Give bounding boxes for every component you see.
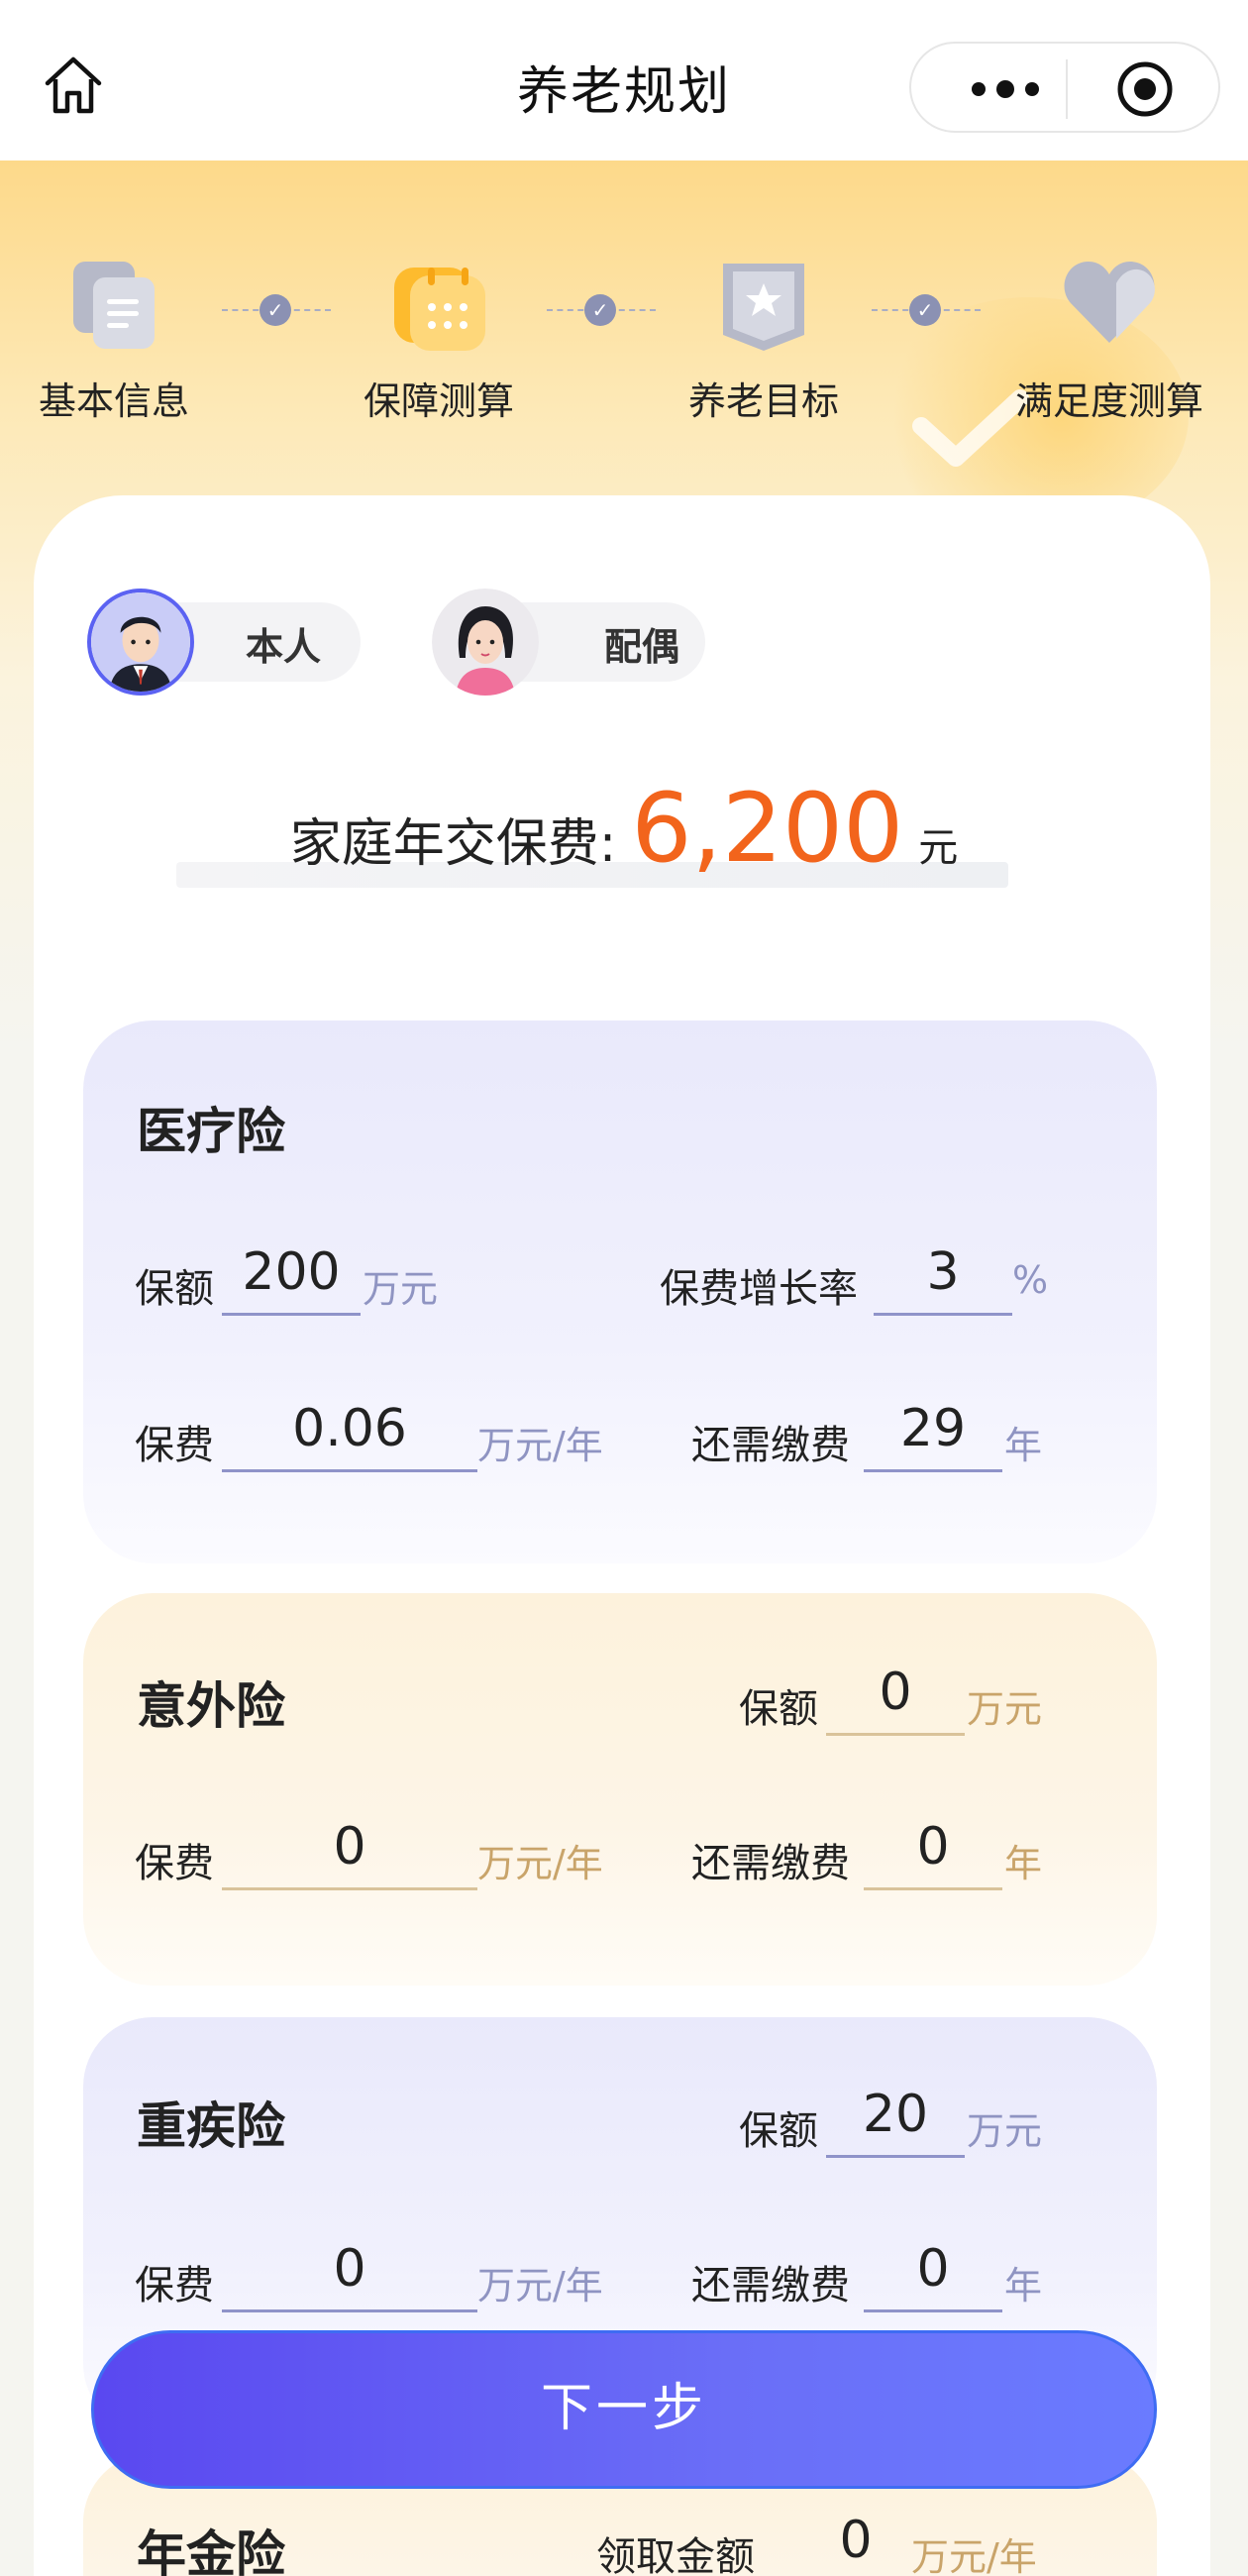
premium-input[interactable]: 0.06: [222, 1391, 477, 1472]
remaining-years-label: 还需缴费: [691, 2263, 850, 2308]
premium-label: 保费: [135, 1841, 214, 1886]
heart-icon: [1064, 262, 1155, 343]
section-title: 重疾险: [137, 2097, 285, 2155]
remaining-years-label: 还需缴费: [691, 1423, 850, 1468]
coverage-label: 保额: [135, 1266, 214, 1312]
person-label: 本人: [246, 625, 322, 669]
premium-label: 保费: [135, 2263, 214, 2308]
growth-rate-label: 保费增长率: [660, 1266, 858, 1312]
step-basic-info[interactable]: 基本信息: [30, 248, 198, 425]
step-check-icon: ✓: [584, 294, 616, 326]
coverage-unit: 万元: [967, 2109, 1043, 2153]
remaining-years-input[interactable]: 0: [864, 2231, 1002, 2312]
next-step-button[interactable]: 下一步: [91, 2330, 1157, 2489]
more-icon[interactable]: [961, 71, 1050, 107]
person-tab-spouse[interactable]: 配偶: [432, 589, 705, 696]
mini-program-capsule: [909, 42, 1220, 133]
step-check-icon: ✓: [260, 294, 291, 326]
remaining-years-input[interactable]: 29: [864, 1391, 1002, 1472]
person-tab-self[interactable]: 本人: [87, 589, 361, 696]
coverage-input[interactable]: 20: [826, 2077, 965, 2158]
section-title: 医疗险: [137, 1103, 285, 1160]
fee-label: 家庭年交保费:: [289, 814, 617, 874]
female-avatar-icon: [432, 589, 539, 696]
family-annual-fee: 家庭年交保费: 6,200 元: [0, 773, 1248, 884]
coverage-label: 保额: [739, 1686, 818, 1732]
step-label: 保障测算: [363, 379, 514, 423]
section-title: 年金险: [137, 2525, 285, 2576]
section-title: 意外险: [137, 1677, 285, 1735]
step-satisfaction-calc[interactable]: 满足度测算: [1000, 248, 1218, 425]
remaining-years-unit: 年: [1004, 1842, 1043, 1885]
step-coverage-calc[interactable]: 保障测算: [355, 248, 523, 425]
fee-value: 6,200: [631, 773, 904, 884]
fee-unit: 元: [918, 825, 959, 871]
medical-insurance-section: 医疗险 保额 200 万元 保费增长率 3 % 保费 0.06 万元/年 还需缴…: [83, 1020, 1157, 1563]
calendar-icon: [394, 268, 485, 351]
close-target-icon[interactable]: [1115, 59, 1175, 119]
premium-input[interactable]: 0: [222, 2231, 477, 2312]
premium-label: 保费: [135, 1423, 214, 1468]
coverage-input[interactable]: 200: [222, 1234, 361, 1316]
receive-amount-label: 领取金额: [596, 2534, 755, 2576]
coverage-label: 保额: [739, 2108, 818, 2154]
premium-input[interactable]: 0: [222, 1809, 477, 1890]
coverage-unit: 万元: [967, 1687, 1043, 1731]
remaining-years-label: 还需缴费: [691, 1841, 850, 1886]
step-retirement-goal[interactable]: 养老目标: [679, 248, 848, 425]
premium-unit: 万元/年: [477, 2264, 603, 2308]
receive-amount-input[interactable]: 0: [786, 2503, 925, 2576]
person-label: 配偶: [604, 625, 680, 669]
premium-unit: 万元/年: [477, 1424, 603, 1467]
document-icon: [73, 262, 155, 349]
growth-rate-unit: %: [1012, 1258, 1049, 1302]
remaining-years-input[interactable]: 0: [864, 1809, 1002, 1890]
step-label: 满足度测算: [1014, 379, 1203, 423]
progress-steps: ✓ ✓ ✓ 基本信息 保障测算 养老目标 满足度测算: [0, 248, 1248, 436]
remaining-years-unit: 年: [1004, 1424, 1043, 1467]
step-label: 养老目标: [687, 379, 839, 423]
step-label: 基本信息: [38, 379, 189, 423]
step-check-icon: ✓: [909, 294, 941, 326]
receive-amount-unit: 万元/年: [911, 2535, 1037, 2576]
badge-star-icon: [723, 264, 804, 351]
capsule-divider: [1066, 59, 1068, 119]
remaining-years-unit: 年: [1004, 2264, 1043, 2308]
coverage-unit: 万元: [363, 1267, 439, 1311]
accident-insurance-section: 意外险 保额 0 万元 保费 0 万元/年 还需缴费 0 年: [83, 1593, 1157, 1986]
male-avatar-icon: [87, 589, 194, 696]
premium-unit: 万元/年: [477, 1842, 603, 1885]
top-bar: 养老规划: [0, 0, 1248, 161]
growth-rate-input[interactable]: 3: [874, 1234, 1012, 1316]
coverage-input[interactable]: 0: [826, 1655, 965, 1736]
